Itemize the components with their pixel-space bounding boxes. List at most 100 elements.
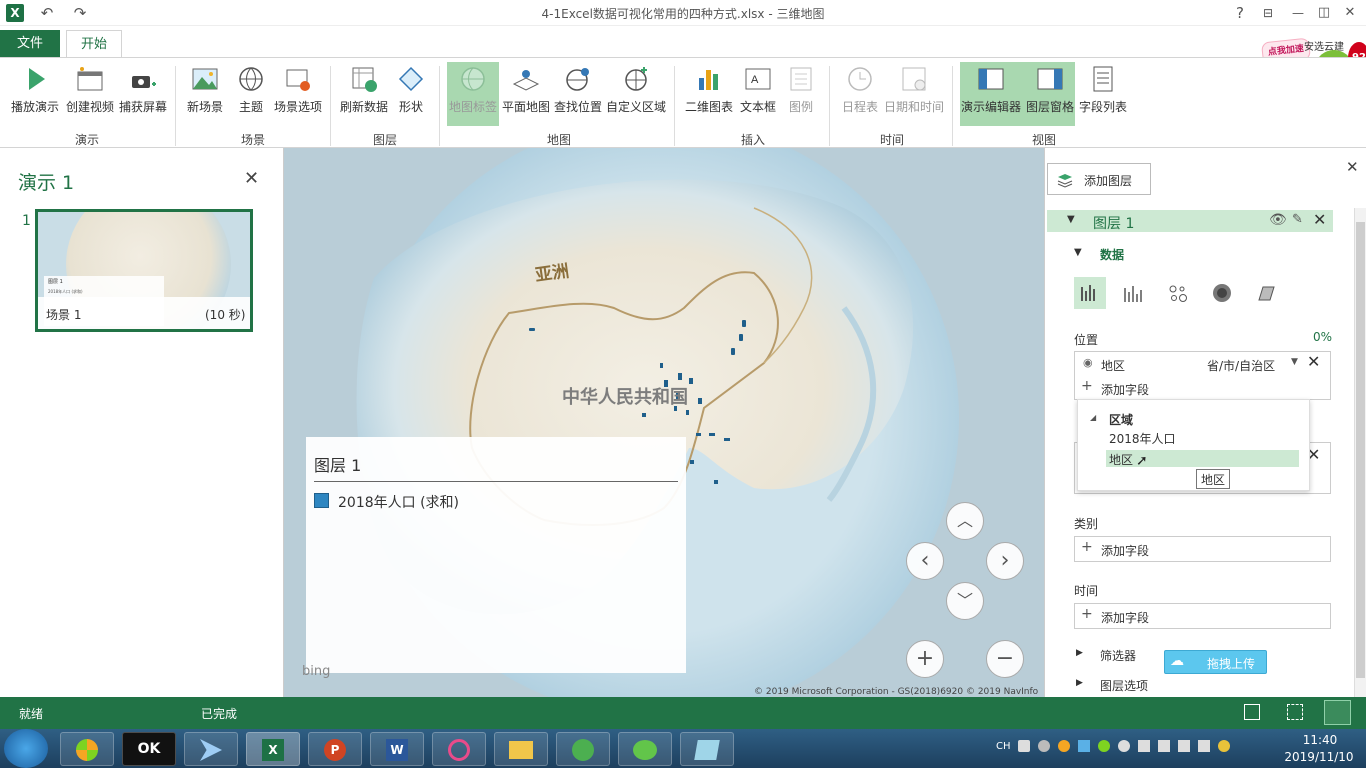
options-expand-icon[interactable]: ▶ <box>1076 678 1083 688</box>
shapes-button[interactable]: 形状 <box>394 62 428 126</box>
play-tour-button[interactable]: 播放演示 <box>8 62 62 126</box>
add-field-link[interactable]: 添加字段 <box>1101 381 1149 398</box>
tray-icon[interactable] <box>1158 740 1170 752</box>
tilt-down-button[interactable]: ﹀ <box>946 582 984 620</box>
taskbar-app-folder[interactable] <box>494 732 548 766</box>
taskbar-app-notes[interactable] <box>680 732 734 766</box>
tilt-up-button[interactable]: ︿ <box>946 502 984 540</box>
layer-pane-icon <box>1037 68 1063 90</box>
tray-icon[interactable] <box>1098 740 1110 752</box>
taskbar-app-word[interactable]: W <box>370 732 424 766</box>
delete-layer-icon[interactable]: ✕ <box>1313 210 1326 229</box>
time-field-box[interactable]: + 添加字段 <box>1074 603 1331 629</box>
time-label: 时间 <box>1074 584 1099 598</box>
map-legend[interactable]: 图层 1 2018年人口 (求和) <box>306 437 686 673</box>
radio-icon[interactable]: ◉ <box>1083 356 1093 369</box>
restore-ribbon-button[interactable]: ⊟ <box>1258 3 1278 23</box>
eye-icon[interactable]: 👁 <box>1269 212 1287 228</box>
tray-icon[interactable] <box>1138 740 1150 752</box>
view-icon[interactable] <box>1244 704 1260 720</box>
language-indicator[interactable]: CH <box>996 741 1011 752</box>
clustered-column-type-icon[interactable] <box>1120 280 1146 306</box>
network-icon[interactable] <box>1178 740 1190 752</box>
dropdown-arrow-icon[interactable]: ▼ <box>1291 357 1298 367</box>
group-time-label: 时间 <box>879 133 904 147</box>
flat-map-button[interactable]: 平面地图 <box>501 62 551 126</box>
tray-icon[interactable] <box>1118 740 1130 752</box>
taskbar-app-ie[interactable] <box>556 732 610 766</box>
capture-screen-button[interactable]: 捕获屏幕 <box>117 62 169 126</box>
tray-icon[interactable] <box>1038 740 1050 752</box>
fit-screen-icon[interactable] <box>1287 704 1303 720</box>
tray-icon[interactable] <box>1058 740 1070 752</box>
custom-regions-button[interactable]: 自定义区域 <box>605 62 667 126</box>
text-box-button[interactable]: A 文本框 <box>738 62 778 126</box>
map-labels-button[interactable]: 地图标签 <box>447 62 499 126</box>
field-list-button[interactable]: 字段列表 <box>1078 62 1128 126</box>
tab-home[interactable]: 开始 <box>66 30 122 58</box>
fullscreen-icon[interactable] <box>1324 700 1351 725</box>
dropdown-item-population[interactable]: 2018年人口 <box>1109 430 1176 447</box>
tray-icon[interactable] <box>1218 740 1230 752</box>
expand-triangle-icon[interactable]: ◢ <box>1090 413 1096 422</box>
remove-field-icon[interactable]: ✕ <box>1307 352 1320 371</box>
clock-date[interactable]: 2019/11/10 <box>1274 750 1364 764</box>
layer-pane-scrollbar[interactable] <box>1354 208 1366 697</box>
location-type-select[interactable]: 省/市/自治区 <box>1207 357 1275 374</box>
add-field-link[interactable]: 添加字段 <box>1101 542 1149 559</box>
add-field-link[interactable]: 添加字段 <box>1101 609 1149 626</box>
legend-button[interactable]: 图例 <box>783 62 819 126</box>
layer-pane-close-button[interactable]: ✕ <box>1346 158 1359 176</box>
field-dropdown[interactable]: ◢ 区域 2018年人口 地区 <box>1077 399 1310 491</box>
dropdown-item-region[interactable]: 地区 <box>1106 450 1299 467</box>
start-button[interactable] <box>4 729 48 768</box>
zoom-out-button[interactable]: − <box>986 640 1024 678</box>
scene-options-button[interactable]: 场景选项 <box>272 62 324 126</box>
minimize-button[interactable]: — <box>1288 3 1308 23</box>
taskbar-app-ok[interactable]: OK <box>122 732 176 766</box>
taskbar-app-powerpoint[interactable]: P <box>308 732 362 766</box>
system-tray[interactable] <box>1018 740 1238 756</box>
rotate-right-button[interactable]: › <box>986 542 1024 580</box>
region-type-icon[interactable] <box>1253 280 1279 306</box>
pencil-icon[interactable]: ✎ <box>1292 212 1303 227</box>
close-button[interactable]: ✕ <box>1340 3 1360 23</box>
data-collapse-icon[interactable]: ▼ <box>1074 247 1082 258</box>
new-scene-button[interactable]: 新场景 <box>183 62 227 126</box>
category-field-box[interactable]: + 添加字段 <box>1074 536 1331 562</box>
keyboard-icon[interactable] <box>1018 740 1030 752</box>
theme-button[interactable]: 主题 <box>232 62 270 126</box>
taskbar-app-wechat[interactable] <box>618 732 672 766</box>
rotate-left-button[interactable]: ‹ <box>906 542 944 580</box>
layer-options-link[interactable]: 图层选项 <box>1100 677 1148 694</box>
scrollbar-thumb[interactable] <box>1356 222 1365 678</box>
maximize-button[interactable]: ◫ <box>1314 3 1334 23</box>
create-video-button[interactable]: 创建视频 <box>64 62 116 126</box>
refresh-data-button[interactable]: 刷新数据 <box>337 62 391 126</box>
tour-close-button[interactable]: ✕ <box>244 168 259 189</box>
taskbar-app-hub[interactable] <box>432 732 486 766</box>
add-layer-button[interactable]: 添加图层 <box>1047 163 1151 195</box>
tour-editor-button[interactable]: 演示编辑器 <box>960 62 1022 126</box>
filters-link[interactable]: 筛选器 <box>1100 647 1136 664</box>
tab-file[interactable]: 文件 <box>0 30 60 58</box>
volume-icon[interactable] <box>1198 740 1210 752</box>
help-button[interactable]: ? <box>1230 3 1250 23</box>
upload-widget[interactable]: ☁ 拖拽上传 <box>1164 650 1267 674</box>
clock-time[interactable]: 11:40 <box>1290 733 1350 747</box>
layer-header[interactable]: ▼ 图层 1 👁 ✎ ✕ <box>1047 210 1333 232</box>
taskbar-app-excel[interactable]: X <box>246 732 300 766</box>
timeline-button[interactable]: 日程表 <box>838 62 882 126</box>
date-time-button[interactable]: 日期和时间 <box>884 62 944 126</box>
zoom-in-button[interactable]: + <box>906 640 944 678</box>
find-location-button[interactable]: 查找位置 <box>553 62 603 126</box>
chart-2d-button[interactable]: 二维图表 <box>683 62 735 126</box>
tray-icon[interactable] <box>1078 740 1090 752</box>
filters-expand-icon[interactable]: ▶ <box>1076 648 1083 658</box>
heatmap-type-icon[interactable] <box>1209 280 1235 306</box>
layer-pane-button[interactable]: 图层窗格 <box>1024 62 1076 126</box>
bubble-type-icon[interactable] <box>1165 280 1191 306</box>
stacked-column-type-icon[interactable] <box>1074 277 1106 309</box>
taskbar-app-browser[interactable] <box>60 732 114 766</box>
taskbar-app-bird[interactable] <box>184 732 238 766</box>
